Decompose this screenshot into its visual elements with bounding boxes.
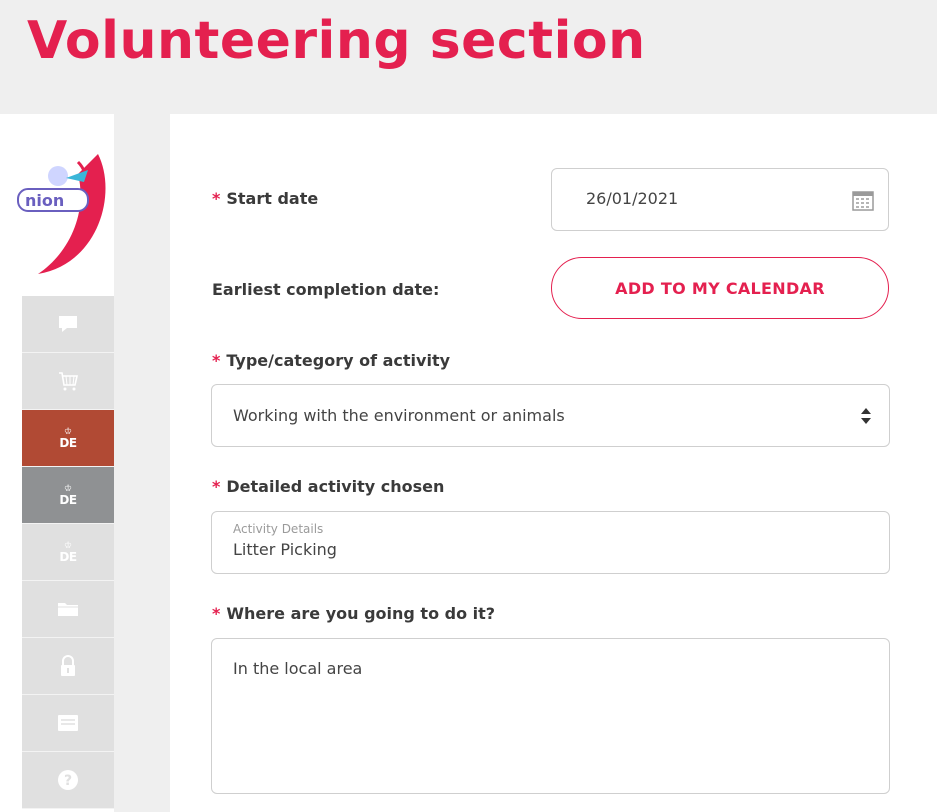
form-card: * Start date 26/01/2021 Earliest completi…: [170, 114, 937, 812]
sidebar-item-de-red[interactable]: ♔ DE: [0, 410, 114, 467]
activity-type-label: * Type/category of activity: [212, 351, 450, 370]
activity-detail-input[interactable]: Activity Details Litter Picking: [211, 511, 890, 574]
sidebar-item-help-button[interactable]: ?: [22, 752, 114, 809]
required-mark: *: [212, 351, 221, 370]
activity-type-value: Working with the environment or animals: [233, 406, 565, 425]
dofe-icon: ♔ DE: [59, 483, 77, 507]
logo[interactable]: nion: [0, 114, 114, 296]
cart-icon: [59, 372, 78, 391]
earliest-completion-label: Earliest completion date:: [212, 280, 440, 299]
sidebar-item-message-button[interactable]: [22, 695, 114, 752]
sidebar-item-folder-button[interactable]: [22, 581, 114, 638]
add-to-calendar-button[interactable]: ADD TO MY CALENDAR: [551, 257, 889, 319]
required-mark: *: [212, 189, 221, 208]
activity-type-select[interactable]: Working with the environment or animals: [211, 384, 890, 447]
location-value: In the local area: [233, 659, 363, 678]
sidebar-item-cart[interactable]: [0, 353, 114, 410]
required-mark: *: [212, 477, 221, 496]
location-textarea[interactable]: In the local area: [211, 638, 890, 794]
sidebar-item-de-light[interactable]: ♔ DE: [0, 524, 114, 581]
page-title: Volunteering section: [27, 11, 646, 71]
dofe-icon: ♔ DE: [59, 540, 77, 564]
start-date-label-text: Start date: [226, 189, 319, 208]
sidebar-item-chat-button[interactable]: [22, 296, 114, 353]
sidebar-item-de-light-button[interactable]: ♔ DE: [22, 524, 114, 581]
start-date-label: * Start date: [212, 189, 318, 208]
sidebar-item-help[interactable]: ?: [0, 752, 114, 809]
sidebar-item-cart-button[interactable]: [22, 353, 114, 410]
sidebar-item-lock-button[interactable]: [22, 638, 114, 695]
message-icon: [58, 715, 78, 731]
activity-detail-label: * Detailed activity chosen: [212, 477, 444, 496]
lock-icon: [61, 655, 75, 676]
logo-graphic: nion: [17, 154, 106, 274]
calendar-icon[interactable]: [852, 189, 874, 211]
svg-text:?: ?: [64, 773, 72, 789]
start-date-value: 26/01/2021: [586, 189, 679, 208]
sidebar-item-de-grey-button[interactable]: ♔ DE: [22, 467, 114, 524]
sidebar-item-lock[interactable]: [0, 638, 114, 695]
activity-detail-float-label: Activity Details: [233, 522, 324, 536]
activity-detail-value: Litter Picking: [233, 540, 337, 559]
svg-text:nion: nion: [25, 191, 64, 210]
required-mark: *: [212, 604, 221, 623]
start-date-field[interactable]: 26/01/2021: [551, 168, 889, 231]
chat-icon: [59, 316, 77, 332]
sidebar-item-chat[interactable]: [0, 296, 114, 353]
select-arrows-icon: [861, 408, 871, 424]
activity-detail-label-text: Detailed activity chosen: [226, 477, 445, 496]
help-icon: ?: [58, 770, 78, 790]
sidebar: nion ♔ DE ♔ DE ♔ DE ?: [0, 114, 114, 812]
location-label: * Where are you going to do it?: [212, 604, 495, 623]
dofe-icon: ♔ DE: [59, 426, 77, 450]
sidebar-nav: ♔ DE ♔ DE ♔ DE ?: [0, 296, 114, 809]
activity-type-label-text: Type/category of activity: [226, 351, 451, 370]
location-label-text: Where are you going to do it?: [226, 604, 496, 623]
sidebar-item-message[interactable]: [0, 695, 114, 752]
folder-icon: [58, 603, 78, 616]
sidebar-item-de-grey[interactable]: ♔ DE: [0, 467, 114, 524]
sidebar-item-de-red-button[interactable]: ♔ DE: [22, 410, 114, 467]
sidebar-item-folder[interactable]: [0, 581, 114, 638]
